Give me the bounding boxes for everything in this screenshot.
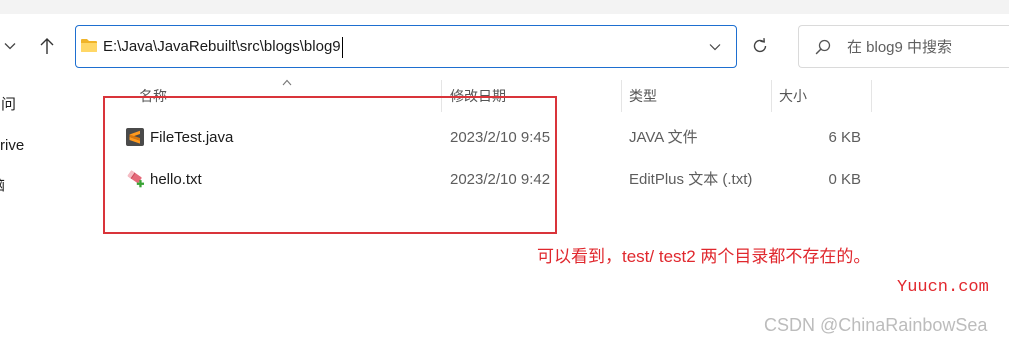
search-input[interactable] xyxy=(847,36,1007,58)
sublime-text-file-icon xyxy=(126,128,144,146)
file-row[interactable]: FileTest.java 2023/2/10 9:45 JAVA 文件 6 K… xyxy=(100,117,1009,159)
sidebar-item-onedrive[interactable]: rive xyxy=(0,136,24,156)
file-modified-date: 2023/2/10 9:42 xyxy=(450,171,551,188)
column-divider[interactable] xyxy=(621,80,622,112)
chevron-down-icon xyxy=(709,44,721,51)
refresh-button[interactable] xyxy=(750,36,770,56)
file-row[interactable]: hello.txt 2023/2/10 9:42 EditPlus 文本 (.t… xyxy=(100,159,1009,201)
column-divider[interactable] xyxy=(771,80,772,112)
annotation-note: 可以看到，test/ test2 两个目录都不存在的。 xyxy=(537,247,871,266)
editplus-file-icon xyxy=(127,170,144,188)
column-header-size[interactable]: 大小 xyxy=(779,87,807,105)
file-type: EditPlus 文本 (.txt) xyxy=(629,171,753,188)
column-divider[interactable] xyxy=(871,80,872,112)
sidebar-item-quick-access[interactable]: 问 xyxy=(1,95,16,115)
search-icon xyxy=(815,39,831,55)
column-divider[interactable] xyxy=(441,80,442,112)
arrow-up-icon xyxy=(40,38,54,54)
file-modified-date: 2023/2/10 9:45 xyxy=(450,129,551,146)
file-type: JAVA 文件 xyxy=(629,129,698,146)
address-bar[interactable]: E:\Java\JavaRebuilt\src\blogs\blog9 xyxy=(75,25,737,68)
file-size: 6 KB xyxy=(828,129,861,146)
chevron-up-icon xyxy=(282,79,292,86)
file-size: 0 KB xyxy=(828,171,861,188)
column-header-name[interactable]: 名称 xyxy=(139,87,167,105)
column-header-row: 名称 修改日期 类型 大小 xyxy=(100,78,1009,112)
folder-icon xyxy=(81,39,97,52)
title-bar-strip xyxy=(0,0,1009,14)
address-history-dropdown[interactable] xyxy=(708,42,722,52)
address-path[interactable]: E:\Java\JavaRebuilt\src\blogs\blog9 xyxy=(103,37,341,57)
author-watermark: CSDN @ChinaRainbowSea xyxy=(764,315,988,335)
address-input[interactable]: E:\Java\JavaRebuilt\src\blogs\blog9 xyxy=(103,36,343,58)
recent-locations-button[interactable] xyxy=(3,40,17,52)
column-header-type[interactable]: 类型 xyxy=(629,87,657,105)
up-button[interactable] xyxy=(38,36,56,56)
site-watermark: Yuucn.com xyxy=(897,278,989,297)
text-cursor xyxy=(341,36,343,58)
file-name: hello.txt xyxy=(150,171,202,188)
search-box[interactable] xyxy=(798,25,1009,68)
file-name: FileTest.java xyxy=(150,129,234,146)
refresh-icon xyxy=(753,38,767,53)
column-header-modified[interactable]: 修改日期 xyxy=(450,87,506,105)
chevron-down-icon xyxy=(4,43,16,50)
sidebar-item-this-pc[interactable]: 脑 xyxy=(0,176,5,196)
